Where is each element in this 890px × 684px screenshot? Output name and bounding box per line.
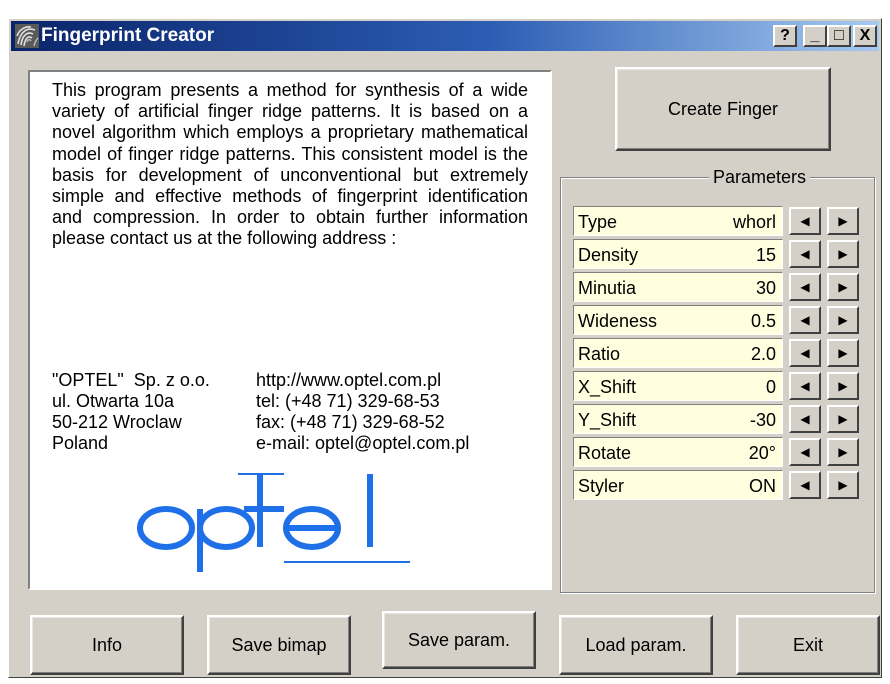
minimize-button[interactable]: _ <box>803 25 827 47</box>
increase-arrow-icon[interactable]: ▶ <box>827 306 859 334</box>
email-text: e-mail: optel@optel.com.pl <box>256 433 470 453</box>
param-value: 0 <box>765 377 776 397</box>
param-name: Styler <box>578 476 625 496</box>
param-value: -30 <box>749 410 776 430</box>
decrease-arrow-icon[interactable]: ◀ <box>789 339 821 367</box>
address-line: Poland <box>52 433 109 453</box>
website-text: http://www.optel.com.pl <box>256 370 442 390</box>
param-field[interactable]: X_Shift 0 <box>573 371 783 401</box>
param-field[interactable]: Type whorl <box>573 206 783 236</box>
address-line: ul. Otwarta 10a <box>52 391 175 411</box>
param-name: Minutia <box>578 278 637 298</box>
increase-arrow-icon[interactable]: ▶ <box>827 207 859 235</box>
decrease-arrow-icon[interactable]: ◀ <box>789 372 821 400</box>
increase-arrow-icon[interactable]: ▶ <box>827 438 859 466</box>
save-bitmap-button[interactable]: Save bimap <box>207 615 351 675</box>
param-row-wideness: Wideness 0.5 ◀ ▶ <box>573 305 863 335</box>
parameters-group: Parameters Type whorl ◀ ▶ Density 15 ◀ ▶ Minutia… <box>560 166 875 593</box>
param-row-density: Density 15 ◀ ▶ <box>573 239 863 269</box>
param-field[interactable]: Wideness 0.5 <box>573 305 783 335</box>
fingerprint-app-icon <box>15 24 39 48</box>
info-button[interactable]: Info <box>30 615 184 675</box>
increase-arrow-icon[interactable]: ▶ <box>827 405 859 433</box>
decrease-arrow-icon[interactable]: ◀ <box>789 207 821 235</box>
param-field[interactable]: Density 15 <box>573 239 783 269</box>
exit-button[interactable]: Exit <box>736 615 880 675</box>
address-line: "OPTEL" Sp. z o.o. <box>52 370 210 390</box>
decrease-arrow-icon[interactable]: ◀ <box>789 405 821 433</box>
decrease-arrow-icon[interactable]: ◀ <box>789 273 821 301</box>
save-param-button[interactable]: Save param. <box>382 611 536 669</box>
decrease-arrow-icon[interactable]: ◀ <box>789 471 821 499</box>
fax-text: fax: (+48 71) 329-68-52 <box>256 412 445 432</box>
main-window: Fingerprint Creator ? _ □ X This program… <box>8 18 882 678</box>
param-field[interactable]: Rotate 20° <box>573 437 783 467</box>
description-text: This program presents a method for synth… <box>52 80 528 249</box>
param-value: 0.5 <box>750 311 776 331</box>
param-value: 20° <box>748 443 776 463</box>
load-param-button[interactable]: Load param. <box>559 615 713 675</box>
param-value: ON <box>749 476 776 496</box>
param-value: whorl <box>732 212 776 232</box>
param-field[interactable]: Styler ON <box>573 470 783 500</box>
title-bar[interactable]: Fingerprint Creator ? _ □ X <box>11 21 879 51</box>
param-row-rotate: Rotate 20° ◀ ▶ <box>573 437 863 467</box>
increase-arrow-icon[interactable]: ▶ <box>827 273 859 301</box>
logo-text: optel <box>30 72 31 73</box>
decrease-arrow-icon[interactable]: ◀ <box>789 240 821 268</box>
close-button[interactable]: X <box>853 25 877 47</box>
param-field[interactable]: Ratio 2.0 <box>573 338 783 368</box>
window-title: Fingerprint Creator <box>41 25 215 46</box>
param-row-type: Type whorl ◀ ▶ <box>573 206 863 236</box>
decrease-arrow-icon[interactable]: ◀ <box>789 438 821 466</box>
create-finger-button[interactable]: Create Finger <box>615 67 831 151</box>
info-text-panel: This program presents a method for synth… <box>28 70 552 590</box>
increase-arrow-icon[interactable]: ▶ <box>827 372 859 400</box>
help-button[interactable]: ? <box>773 25 797 47</box>
increase-arrow-icon[interactable]: ▶ <box>827 240 859 268</box>
param-field[interactable]: Y_Shift -30 <box>573 404 783 434</box>
param-name: Y_Shift <box>578 410 637 430</box>
increase-arrow-icon[interactable]: ▶ <box>827 339 859 367</box>
param-value: 15 <box>755 245 776 265</box>
param-name: Ratio <box>578 344 621 364</box>
param-row-styler: Styler ON ◀ ▶ <box>573 470 863 500</box>
optel-logo <box>137 473 410 572</box>
param-value: 2.0 <box>750 344 776 364</box>
parameters-title: Parameters <box>709 166 811 188</box>
decrease-arrow-icon[interactable]: ◀ <box>789 306 821 334</box>
param-row-x-shift: X_Shift 0 ◀ ▶ <box>573 371 863 401</box>
param-row-ratio: Ratio 2.0 ◀ ▶ <box>573 338 863 368</box>
param-row-minutia: Minutia 30 ◀ ▶ <box>573 272 863 302</box>
address-line: 50-212 Wroclaw <box>52 412 182 432</box>
param-name: X_Shift <box>578 377 637 397</box>
phone-text: tel: (+48 71) 329-68-53 <box>256 391 440 411</box>
increase-arrow-icon[interactable]: ▶ <box>827 471 859 499</box>
param-name: Type <box>578 212 618 232</box>
param-value: 30 <box>755 278 776 298</box>
param-row-y-shift: Y_Shift -30 ◀ ▶ <box>573 404 863 434</box>
param-name: Wideness <box>578 311 658 331</box>
param-name: Rotate <box>578 443 632 463</box>
maximize-button[interactable]: □ <box>827 25 851 47</box>
param-field[interactable]: Minutia 30 <box>573 272 783 302</box>
param-name: Density <box>578 245 639 265</box>
